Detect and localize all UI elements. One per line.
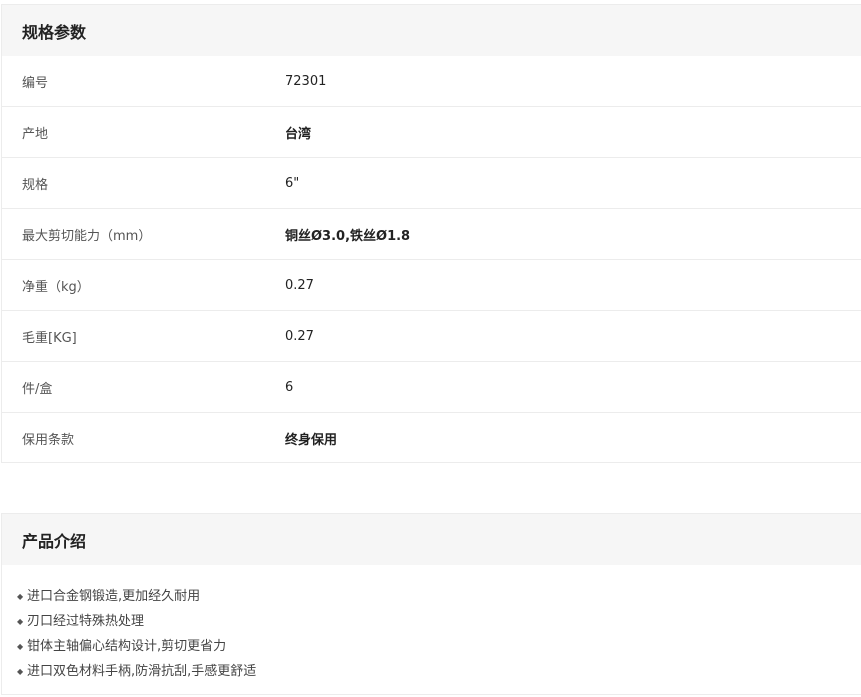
spec-row-net-weight: 净重（kg） 0.27: [2, 260, 861, 311]
intro-panel: 产品介绍 ◆ 进口合金钢锻造,更加经久耐用 ◆ 刃口经过特殊热处理 ◆ 钳体主轴…: [1, 513, 861, 695]
spec-row-code: 编号 72301: [2, 56, 861, 107]
intro-title: 产品介绍: [22, 531, 87, 551]
spec-value: 0.27: [285, 277, 314, 293]
spec-label: 保用条款: [22, 433, 75, 448]
spec-value: 72301: [285, 73, 327, 89]
spec-label: 规格: [22, 177, 49, 193]
spec-label: 最大剪切能力（mm）: [22, 228, 152, 244]
intro-item-text: 进口合金钢锻造,更加经久耐用: [27, 589, 201, 604]
specs-header: 规格参数: [2, 5, 861, 56]
product-detail-page: 规格参数 编号 72301 产地 台湾 规格 6" 最大剪切能力（mm） 铜丝Ø…: [0, 0, 861, 697]
spec-row-gross-weight: 毛重[KG] 0.27: [2, 311, 861, 362]
intro-list: ◆ 进口合金钢锻造,更加经久耐用 ◆ 刃口经过特殊热处理 ◆ 钳体主轴偏心结构设…: [2, 565, 861, 684]
spec-row-origin: 产地 台湾: [2, 107, 861, 158]
list-item: ◆ 进口合金钢锻造,更加经久耐用: [17, 584, 861, 609]
spec-value: 铜丝Ø3.0,铁丝Ø1.8: [285, 228, 411, 244]
spec-row-size: 规格 6": [2, 158, 861, 209]
spec-value: 终身保用: [285, 433, 338, 448]
diamond-bullet-icon: ◆: [17, 592, 24, 601]
spec-value: 6: [285, 379, 294, 395]
list-item: ◆ 刃口经过特殊热处理: [17, 609, 861, 634]
intro-item-text: 钳体主轴偏心结构设计,剪切更省力: [27, 639, 227, 654]
specs-title: 规格参数: [22, 22, 87, 42]
diamond-bullet-icon: ◆: [17, 667, 24, 676]
spec-value: 0.27: [285, 328, 314, 344]
spec-label: 产地: [22, 126, 49, 142]
list-item: ◆ 进口双色材料手柄,防滑抗刮,手感更舒适: [17, 659, 861, 684]
specs-panel: 规格参数 编号 72301 产地 台湾 规格 6" 最大剪切能力（mm） 铜丝Ø…: [1, 4, 861, 463]
intro-header: 产品介绍: [2, 514, 861, 565]
diamond-bullet-icon: ◆: [17, 642, 24, 651]
diamond-bullet-icon: ◆: [17, 617, 24, 626]
spec-label: 毛重[KG]: [22, 330, 77, 346]
spec-value: 6": [285, 175, 300, 191]
spec-row-cutting-capacity: 最大剪切能力（mm） 铜丝Ø3.0,铁丝Ø1.8: [2, 209, 861, 260]
spec-row-warranty: 保用条款 终身保用: [2, 413, 861, 464]
intro-item-text: 刃口经过特殊热处理: [27, 614, 145, 629]
spec-value: 台湾: [285, 126, 312, 142]
spec-label: 件/盒: [22, 381, 53, 397]
spec-label: 编号: [22, 75, 49, 91]
spec-label: 净重（kg）: [22, 279, 90, 295]
list-item: ◆ 钳体主轴偏心结构设计,剪切更省力: [17, 634, 861, 659]
spec-row-pieces-per-box: 件/盒 6: [2, 362, 861, 413]
intro-item-text: 进口双色材料手柄,防滑抗刮,手感更舒适: [27, 664, 257, 679]
